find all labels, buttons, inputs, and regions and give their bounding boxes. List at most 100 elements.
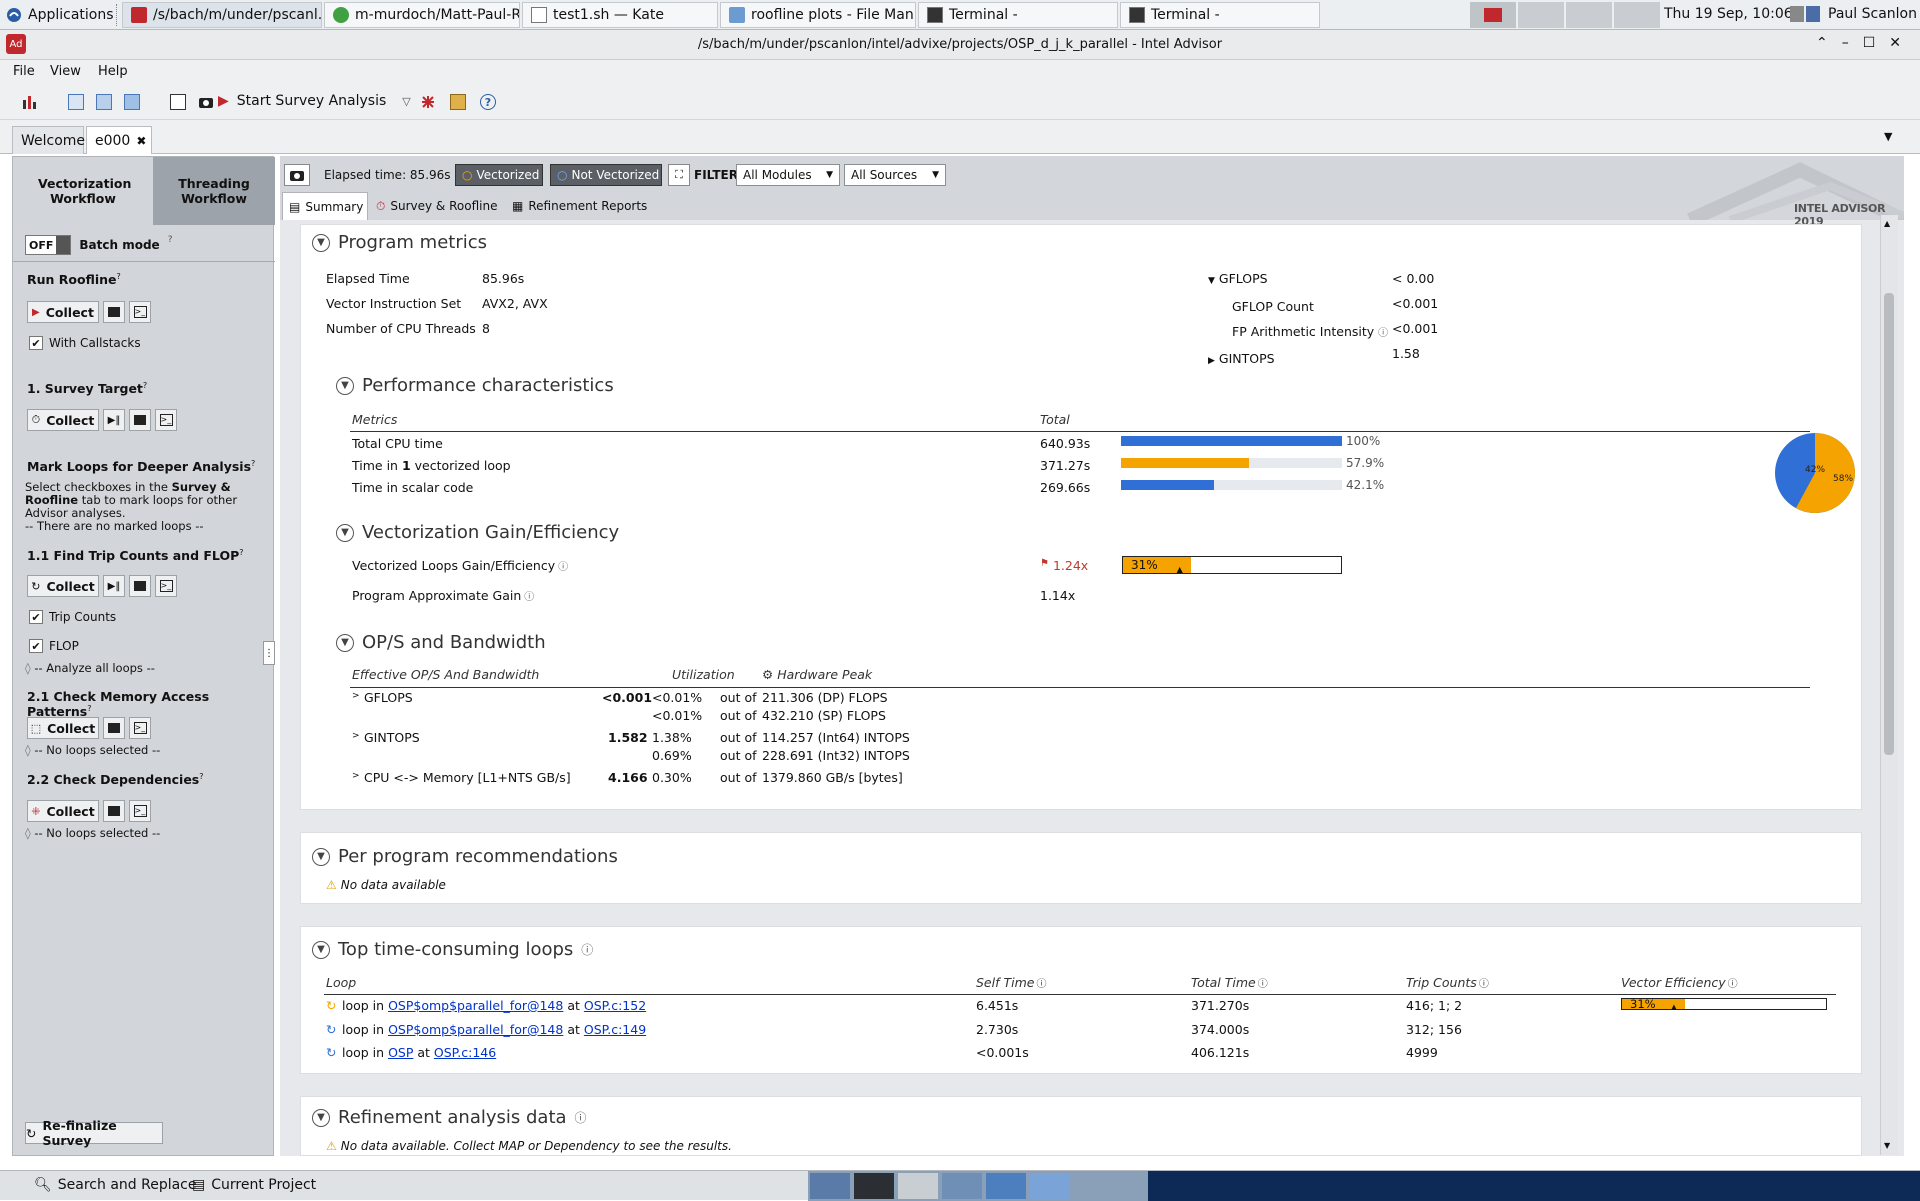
help-icon[interactable]: ? <box>199 772 203 781</box>
roofline-commandline-button[interactable]: >_ <box>129 301 151 323</box>
clock[interactable]: Thu 19 Sep, 10:06 <box>1664 6 1793 22</box>
tab-e000[interactable]: e000 ✖ <box>86 126 152 154</box>
task-terminal-2[interactable]: Terminal - <box>1120 2 1320 28</box>
close-tab-icon[interactable]: ✖ <box>136 134 146 148</box>
help-icon[interactable]: ⓘ <box>1036 975 1046 990</box>
help-icon[interactable]: ⓘ <box>524 588 534 603</box>
trip-counts-option[interactable]: ✔ Trip Counts <box>29 610 116 624</box>
help-icon[interactable]: ⓘ <box>581 941 593 958</box>
hierarchy-icon[interactable] <box>420 94 436 110</box>
function-link[interactable]: OSP <box>388 1045 413 1060</box>
dependencies-folder-button[interactable] <box>103 800 125 822</box>
help-icon[interactable]: ⓘ <box>1378 328 1388 339</box>
with-callstacks-option[interactable]: ✔ With Callstacks <box>29 336 141 350</box>
project-properties-icon[interactable] <box>124 94 140 110</box>
help-icon[interactable]: ? <box>239 548 243 557</box>
function-link[interactable]: OSP$omp$parallel_for@148 <box>388 1022 563 1037</box>
tab-list-chevron-icon[interactable]: ▼ <box>1884 130 1892 143</box>
dock-browser-icon[interactable] <box>942 1173 982 1199</box>
ops-bandwidth-header[interactable]: ▼ OP/S and Bandwidth <box>336 632 546 653</box>
roofline-folder-button[interactable] <box>103 301 125 323</box>
help-icon[interactable]: ? <box>480 94 496 110</box>
expand-right-icon[interactable]: > <box>352 691 360 701</box>
help-icon[interactable]: ⓘ <box>1258 975 1268 990</box>
expand-right-icon[interactable]: > <box>352 771 360 781</box>
collapse-icon[interactable]: ▼ <box>312 847 330 866</box>
workspace-3[interactable] <box>1566 2 1612 28</box>
minimize-icon[interactable]: – <box>1842 35 1849 51</box>
gintops-row[interactable]: ▶ GINTOPS <box>1208 346 1388 374</box>
dependencies-collect-button[interactable]: ⁜ Collect <box>27 800 99 822</box>
help-icon[interactable]: ? <box>87 704 91 713</box>
function-link[interactable]: OSP$omp$parallel_for@148 <box>388 998 563 1013</box>
help-icon[interactable]: ⓘ <box>1728 975 1738 990</box>
dock-folder-icon[interactable] <box>1030 1173 1070 1199</box>
task-kate[interactable]: test1.sh — Kate <box>522 2 718 28</box>
current-project-tab[interactable]: ▤ Current Project <box>192 1177 316 1193</box>
search-replace-tab[interactable]: 🔍︎ Search and Replace <box>34 1177 197 1193</box>
monitor-icon[interactable] <box>1806 6 1820 22</box>
workspace-switcher[interactable] <box>1470 2 1660 28</box>
top-loops-header[interactable]: ▼ Top time-consuming loops ⓘ <box>312 939 593 960</box>
tab-vectorization-workflow[interactable]: Vectorization Workflow <box>13 157 153 225</box>
snapshot-list-icon[interactable] <box>170 94 186 110</box>
help-icon[interactable]: ⓘ <box>1479 975 1489 990</box>
tab-threading-workflow[interactable]: Threading Workflow <box>153 157 275 225</box>
survey-folder-button[interactable] <box>129 409 151 431</box>
camera-icon[interactable] <box>198 94 214 110</box>
filter-reset-button[interactable]: ⛶ <box>668 164 690 186</box>
expand-down-icon[interactable]: ▼ <box>1208 276 1215 286</box>
snapshot-button[interactable] <box>284 164 310 186</box>
table-row[interactable]: ↻ loop in OSP at OSP.c:146 <0.001s 406.1… <box>326 1045 1836 1067</box>
with-callstacks-checkbox[interactable]: ✔ <box>29 336 43 350</box>
flop-option[interactable]: ✔ FLOP <box>29 639 79 653</box>
trip-run-pause-button[interactable]: ▶‖ <box>103 575 125 597</box>
dock-desktop-icon[interactable] <box>810 1173 850 1199</box>
program-metrics-header[interactable]: ▼ Program metrics <box>312 232 487 253</box>
vectorization-gain-header[interactable]: ▼ Vectorization Gain/Efficiency <box>336 522 619 543</box>
table-row[interactable]: ↻ loop in OSP$omp$parallel_for@148 at OS… <box>326 997 1836 1022</box>
dock-search-icon[interactable] <box>986 1173 1026 1199</box>
close-icon[interactable]: ✕ <box>1889 35 1901 51</box>
collapse-icon[interactable]: ▼ <box>336 523 354 542</box>
collapse-icon[interactable]: ▼ <box>336 376 354 395</box>
workspace-1[interactable] <box>1470 2 1516 28</box>
dock-terminal-icon[interactable] <box>854 1173 894 1199</box>
ops-row-gflops[interactable]: > GFLOPS <0.001 <0.01% out of 211.306 (D… <box>352 690 912 730</box>
chevron-down-icon[interactable]: ▽ <box>402 95 410 108</box>
workspace-4[interactable] <box>1614 2 1660 28</box>
expand-right-icon[interactable]: > <box>352 731 360 741</box>
help-icon[interactable]: ? <box>117 272 121 281</box>
help-icon[interactable]: ⓘ <box>575 1109 587 1126</box>
gflops-row[interactable]: ▼ GFLOPS <box>1208 266 1388 294</box>
tab-welcome[interactable]: Welcome <box>12 126 85 154</box>
not-vectorized-filter-toggle[interactable]: ○ Not Vectorized <box>550 164 662 186</box>
sources-filter-dropdown[interactable]: All Sources ▼ <box>844 164 946 186</box>
scrollbar-thumb[interactable] <box>1884 293 1894 755</box>
roofline-collect-button[interactable]: ▶ Collect <box>27 301 99 323</box>
help-icon[interactable]: ? <box>168 235 173 245</box>
panel-splitter-handle[interactable]: ⋮ <box>263 641 275 665</box>
new-project-icon[interactable] <box>68 94 84 110</box>
scroll-up-icon[interactable]: ▲ <box>1884 219 1890 228</box>
open-project-icon[interactable] <box>96 94 112 110</box>
refinement-header[interactable]: ▼ Refinement analysis data ⓘ <box>312 1107 587 1128</box>
task-file-manager[interactable]: roofline plots - File Man... <box>720 2 916 28</box>
table-row[interactable]: ↻ loop in OSP$omp$parallel_for@148 at OS… <box>326 1022 1836 1045</box>
collapse-icon[interactable]: ▼ <box>312 1108 330 1127</box>
ops-row-gintops[interactable]: > GINTOPS 1.582 1.38% out of 114.257 (In… <box>352 730 912 770</box>
workspace-2[interactable] <box>1518 2 1564 28</box>
trip-collect-button[interactable]: ↻ Collect <box>27 575 99 597</box>
network-icon[interactable] <box>1790 6 1804 22</box>
tab-survey-roofline[interactable]: ⏱ Survey & Roofline <box>372 192 502 220</box>
batch-mode-toggle[interactable]: OFF <box>25 235 72 255</box>
help-icon[interactable]: ? <box>143 381 147 390</box>
source-link[interactable]: OSP.c:152 <box>584 998 646 1013</box>
scroll-down-icon[interactable]: ▼ <box>1884 1141 1890 1150</box>
survey-commandline-button[interactable]: >_ <box>155 409 177 431</box>
source-link[interactable]: OSP.c:146 <box>434 1045 496 1060</box>
memory-folder-button[interactable] <box>103 717 125 739</box>
modules-filter-dropdown[interactable]: All Modules ▼ <box>736 164 840 186</box>
collapse-icon[interactable]: ▼ <box>312 940 330 959</box>
vertical-scrollbar[interactable]: ▲ ▼ <box>1880 215 1898 1155</box>
